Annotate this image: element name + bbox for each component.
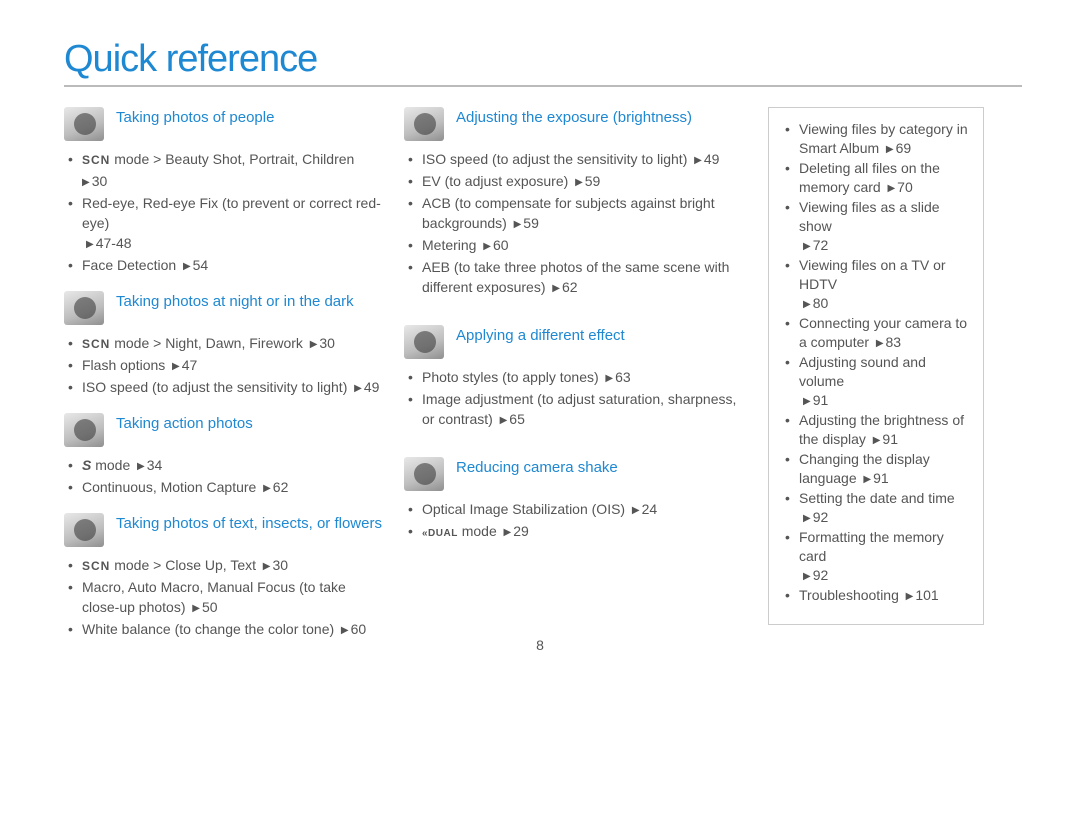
list-item: Viewing files as a slide show72 [781, 198, 973, 256]
list-item: ISO speed (to adjust the sensitivity to … [404, 149, 744, 171]
night-icon [64, 291, 104, 325]
section-head-shake: Reducing camera shake [404, 457, 744, 491]
bullet-list: SCN mode > Close Up, Text30 Macro, Auto … [64, 555, 384, 641]
section-title: Taking photos at night or in the dark [116, 291, 354, 311]
page-title: Quick reference [64, 38, 1022, 81]
mode-label: SCN [82, 559, 110, 573]
list-item: SCN mode > Beauty Shot, Portrait, Childr… [64, 149, 384, 193]
list-item: EV (to adjust exposure)59 [404, 171, 744, 193]
list-item: Face Detection54 [64, 255, 384, 277]
exposure-icon [404, 107, 444, 141]
list-item: White balance (to change the color tone)… [64, 619, 384, 641]
bullet-list: SCN mode > Night, Dawn, Firework30 Flash… [64, 333, 384, 399]
section-title: Taking photos of text, insects, or flowe… [116, 513, 382, 533]
list-item: Formatting the memory card92 [781, 528, 973, 586]
list-item: Flash options47 [64, 355, 384, 377]
list-item: Connecting your camera to a computer83 [781, 314, 973, 353]
list-item: SCN mode > Close Up, Text30 [64, 555, 384, 577]
list-item: Metering60 [404, 235, 744, 257]
portrait-icon [64, 107, 104, 141]
bullet-list: Photo styles (to apply tones)63 Image ad… [404, 367, 744, 431]
left-column: Taking photos of people SCN mode > Beaut… [64, 107, 404, 647]
list-item: Changing the display language91 [781, 450, 973, 489]
content-columns: Taking photos of people SCN mode > Beaut… [64, 107, 1022, 647]
section-title: Taking photos of people [116, 107, 274, 127]
section-head-action: Taking action photos [64, 413, 384, 447]
list-item: Setting the date and time92 [781, 489, 973, 528]
list-item: ACB (to compensate for subjects against … [404, 193, 744, 235]
section-head-macro: Taking photos of text, insects, or flowe… [64, 513, 384, 547]
list-item: Adjusting the brightness of the display9… [781, 411, 973, 450]
list-item: S mode34 [64, 455, 384, 477]
list-item: AEB (to take three photos of the same sc… [404, 257, 744, 299]
list-item: Deleting all files on the memory card70 [781, 159, 973, 198]
bullet-list: SCN mode > Beauty Shot, Portrait, Childr… [64, 149, 384, 277]
list-item: Photo styles (to apply tones)63 [404, 367, 744, 389]
list-item: Optical Image Stabilization (OIS)24 [404, 499, 744, 521]
shake-icon [404, 457, 444, 491]
mode-label: «DUAL [422, 528, 458, 539]
effect-icon [404, 325, 444, 359]
bullet-list: ISO speed (to adjust the sensitivity to … [404, 149, 744, 299]
list-item: Continuous, Motion Capture62 [64, 477, 384, 499]
section-title: Taking action photos [116, 413, 253, 433]
bullet-list: Viewing files by category in Smart Album… [781, 120, 973, 606]
flower-icon [64, 513, 104, 547]
list-item: SCN mode > Night, Dawn, Firework30 [64, 333, 384, 355]
list-item: Adjusting sound and volume91 [781, 353, 973, 411]
right-sidebox: Viewing files by category in Smart Album… [768, 107, 984, 625]
section-head-exposure: Adjusting the exposure (brightness) [404, 107, 744, 141]
section-title: Adjusting the exposure (brightness) [456, 107, 692, 127]
list-item: Troubleshooting101 [781, 586, 973, 606]
bullet-list: Optical Image Stabilization (OIS)24 «DUA… [404, 499, 744, 544]
mode-label: S [82, 457, 91, 473]
mode-label: SCN [82, 153, 110, 167]
list-item: Viewing files by category in Smart Album… [781, 120, 973, 159]
list-item: «DUAL mode29 [404, 521, 744, 544]
list-item: ISO speed (to adjust the sensitivity to … [64, 377, 384, 399]
section-title: Applying a different effect [456, 325, 625, 345]
list-item: Image adjustment (to adjust saturation, … [404, 389, 744, 431]
title-rule [64, 85, 1022, 87]
section-head-night: Taking photos at night or in the dark [64, 291, 384, 325]
bullet-list: S mode34 Continuous, Motion Capture62 [64, 455, 384, 499]
page-number: 8 [536, 637, 544, 653]
manual-page: Quick reference Taking photos of people … [0, 0, 1080, 667]
action-icon [64, 413, 104, 447]
mode-label: SCN [82, 337, 110, 351]
section-title: Reducing camera shake [456, 457, 618, 477]
section-head-people: Taking photos of people [64, 107, 384, 141]
middle-column: Adjusting the exposure (brightness) ISO … [404, 107, 764, 550]
list-item: Viewing files on a TV or HDTV80 [781, 256, 973, 314]
list-item: Macro, Auto Macro, Manual Focus (to take… [64, 577, 384, 619]
section-head-effect: Applying a different effect [404, 325, 744, 359]
list-item: Red-eye, Red-eye Fix (to prevent or corr… [64, 193, 384, 255]
